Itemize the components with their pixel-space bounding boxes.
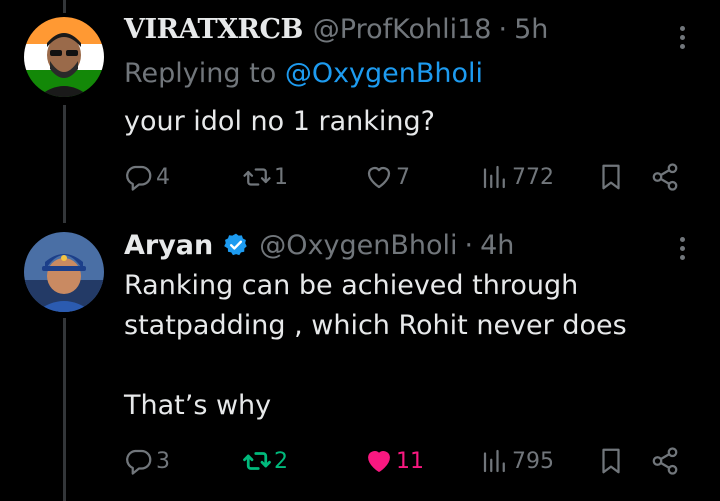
tweet-text: Ranking can be achieved through statpadd… bbox=[124, 270, 627, 421]
reply-button[interactable]: 3 bbox=[124, 446, 170, 476]
handle[interactable]: @OxygenBholi bbox=[259, 230, 457, 261]
display-name[interactable]: Aryan bbox=[124, 230, 213, 261]
retweet-icon bbox=[243, 452, 271, 470]
verified-badge-icon bbox=[223, 232, 249, 258]
tweet-aryan[interactable]: Aryan @OxygenBholi · 4h Ranking can be a… bbox=[0, 210, 720, 501]
bookmark-icon bbox=[602, 448, 620, 474]
separator: · bbox=[464, 230, 474, 261]
handle[interactable]: @ProfKohli18 bbox=[313, 14, 492, 45]
bookmark-icon bbox=[602, 164, 620, 190]
views-count: 795 bbox=[512, 448, 554, 474]
retweet-count: 1 bbox=[274, 164, 288, 190]
reply-button[interactable]: 4 bbox=[124, 162, 170, 192]
timestamp[interactable]: 5h bbox=[514, 14, 548, 45]
timestamp[interactable]: 4h bbox=[480, 230, 514, 261]
like-count: 7 bbox=[396, 164, 410, 190]
bookmark-button[interactable] bbox=[596, 162, 626, 192]
reply-count: 4 bbox=[156, 164, 170, 190]
retweet-count: 2 bbox=[274, 448, 288, 474]
action-bar: 4 1 7 772 bbox=[124, 162, 684, 192]
views-button[interactable]: 795 bbox=[480, 446, 554, 476]
share-icon bbox=[652, 447, 678, 475]
bookmark-button[interactable] bbox=[596, 446, 626, 476]
tweet-header: Aryan @OxygenBholi · 4h bbox=[124, 228, 514, 261]
more-icon[interactable] bbox=[678, 26, 686, 49]
action-bar: 3 2 11 795 bbox=[124, 446, 684, 476]
reply-icon bbox=[126, 449, 152, 475]
separator: · bbox=[498, 14, 508, 45]
share-button[interactable] bbox=[650, 162, 680, 192]
avatar[interactable] bbox=[24, 17, 104, 97]
like-icon bbox=[368, 451, 390, 472]
like-button[interactable]: 7 bbox=[364, 162, 410, 192]
like-icon bbox=[367, 166, 391, 189]
more-icon[interactable] bbox=[678, 237, 686, 260]
tweet-header: VIRATXRCB @ProfKohli18 · 5h bbox=[124, 14, 548, 45]
tweet-virat[interactable]: VIRATXRCB @ProfKohli18 · 5h Replying to … bbox=[0, 0, 720, 210]
display-name[interactable]: VIRATXRCB bbox=[124, 14, 303, 45]
views-icon bbox=[483, 449, 505, 473]
replying-to-handle[interactable]: @OxygenBholi bbox=[285, 58, 483, 89]
retweet-button[interactable]: 2 bbox=[242, 446, 288, 476]
like-count: 11 bbox=[396, 448, 424, 474]
reply-icon bbox=[126, 165, 152, 191]
avatar[interactable] bbox=[24, 232, 104, 312]
views-count: 772 bbox=[512, 164, 554, 190]
tweet-text: your idol no 1 ranking? bbox=[124, 106, 435, 137]
share-icon bbox=[652, 163, 678, 191]
share-button[interactable] bbox=[650, 446, 680, 476]
views-button[interactable]: 772 bbox=[480, 162, 554, 192]
retweet-icon bbox=[243, 168, 271, 186]
replying-to-label: Replying to bbox=[124, 58, 277, 89]
retweet-button[interactable]: 1 bbox=[242, 162, 288, 192]
reply-count: 3 bbox=[156, 448, 170, 474]
replying-to: Replying to @OxygenBholi bbox=[124, 58, 483, 89]
avatar-image bbox=[24, 17, 104, 97]
views-icon bbox=[483, 165, 505, 189]
avatar-image bbox=[24, 232, 104, 312]
like-button[interactable]: 11 bbox=[364, 446, 424, 476]
